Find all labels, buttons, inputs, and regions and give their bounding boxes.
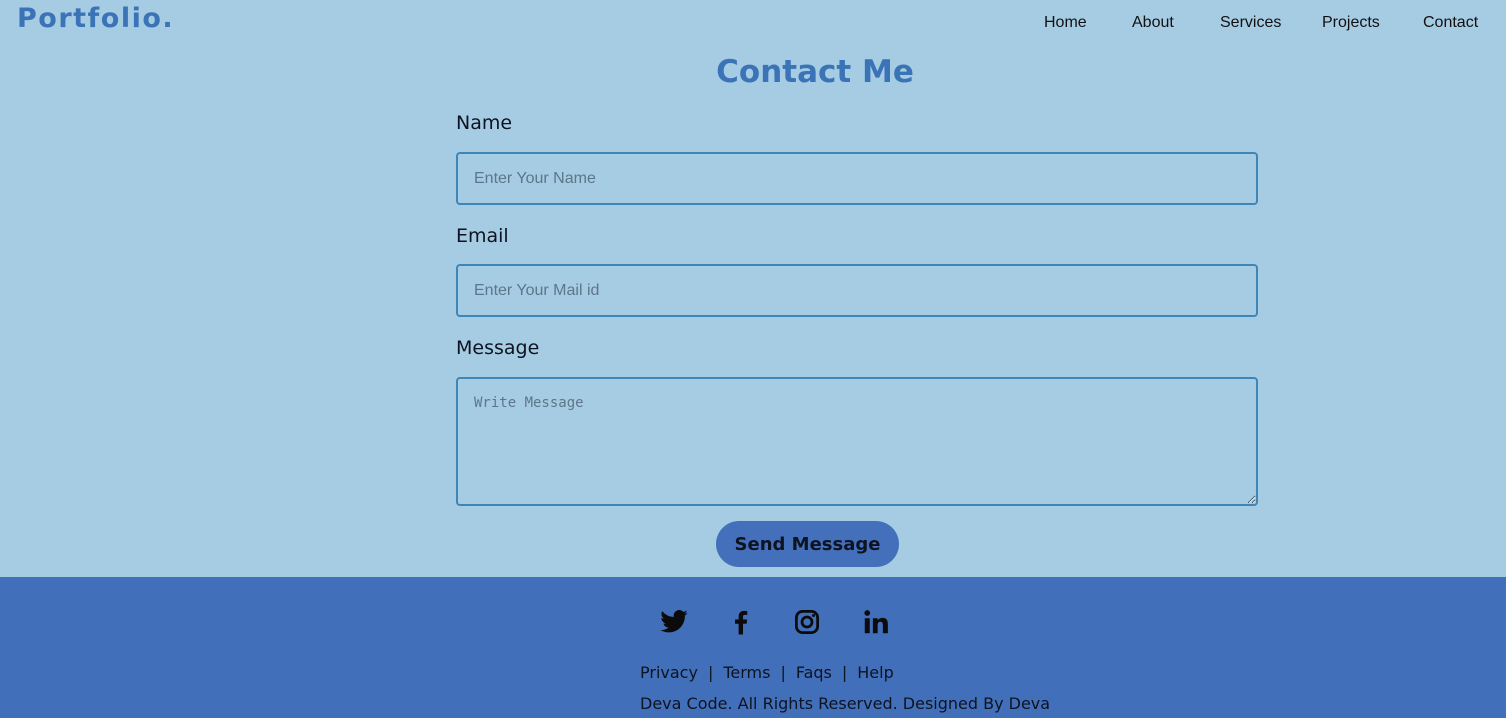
message-label: Message <box>456 337 540 359</box>
social-links <box>0 607 1506 637</box>
email-input[interactable] <box>456 264 1258 317</box>
nav-about[interactable]: About <box>1132 14 1174 32</box>
footer-links: Privacy | Terms | Faqs | Help <box>640 663 894 683</box>
facebook-icon[interactable] <box>726 607 756 637</box>
page-title: Contact Me <box>716 54 914 90</box>
send-message-button[interactable]: Send Message <box>716 521 899 567</box>
nav-contact[interactable]: Contact <box>1423 14 1478 32</box>
main-nav: Home About Services Projects Contact <box>0 14 1506 36</box>
footer-separator: | <box>841 663 848 682</box>
twitter-icon[interactable] <box>659 607 689 637</box>
name-label: Name <box>456 112 513 134</box>
footer-separator: | <box>780 663 786 682</box>
nav-services[interactable]: Services <box>1220 14 1281 32</box>
footer-link-help[interactable]: Help <box>857 663 893 682</box>
linkedin-icon[interactable] <box>861 607 891 637</box>
nav-projects[interactable]: Projects <box>1322 14 1380 32</box>
nav-home[interactable]: Home <box>1044 14 1087 32</box>
copyright-text: Deva Code. All Rights Reserved. Designed… <box>640 694 1051 713</box>
footer-link-privacy[interactable]: Privacy <box>640 663 698 682</box>
footer-separator: | <box>707 663 714 682</box>
instagram-icon[interactable] <box>792 607 822 637</box>
site-header: Portfolio. Home About Services Projects … <box>0 0 1506 48</box>
footer-link-faqs[interactable]: Faqs <box>796 663 832 682</box>
footer-link-terms[interactable]: Terms <box>723 663 770 682</box>
name-input[interactable] <box>456 152 1258 205</box>
site-footer: Privacy | Terms | Faqs | Help Deva Code. All R… <box>0 577 1506 718</box>
email-label: Email <box>456 225 509 247</box>
message-textarea[interactable] <box>456 377 1258 506</box>
